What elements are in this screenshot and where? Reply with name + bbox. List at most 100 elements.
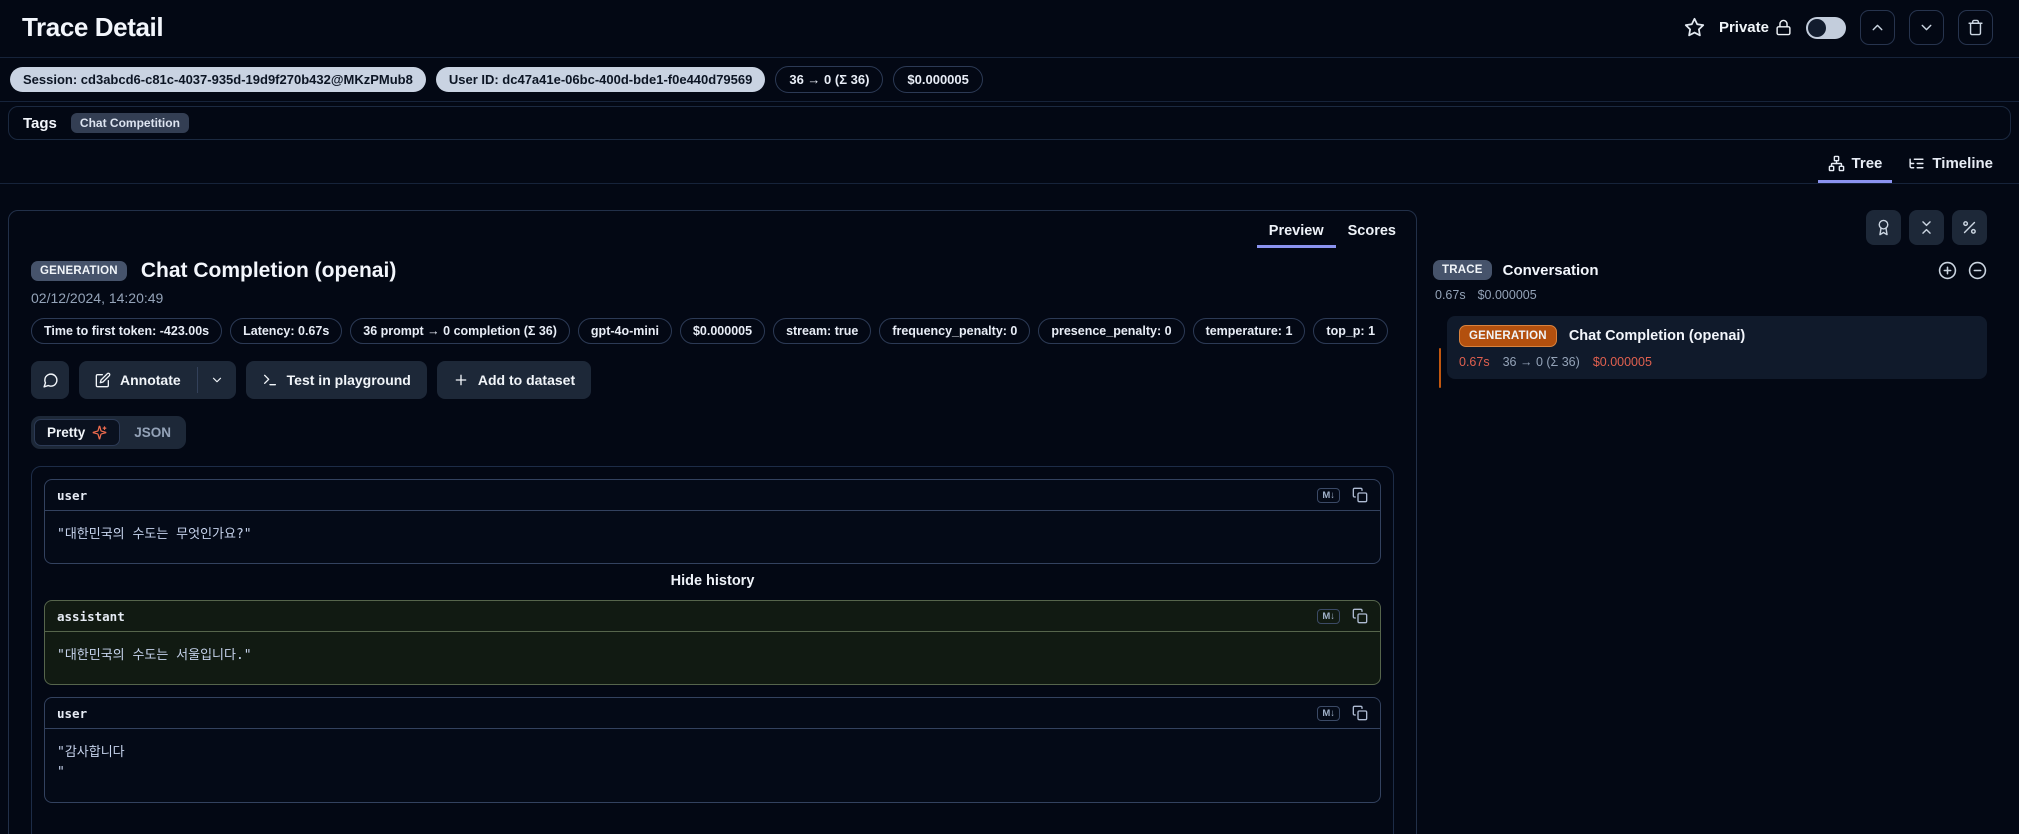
- pretty-toggle[interactable]: Pretty: [34, 419, 121, 446]
- trace-detail-page: { "header": { "title": "Trace Detail", "…: [0, 0, 2019, 834]
- hide-history-button[interactable]: Hide history: [44, 564, 1381, 600]
- markdown-toggle-icon[interactable]: M↓: [1317, 608, 1340, 624]
- tab-preview[interactable]: Preview: [1257, 216, 1336, 248]
- copy-icon[interactable]: [1352, 487, 1368, 503]
- token-usage-badge: 36 → 0 (Σ 36): [775, 66, 884, 93]
- message-content: "감사합니다 ": [57, 745, 125, 781]
- message-header: user M↓: [45, 480, 1380, 511]
- tab-timeline[interactable]: Timeline: [1898, 146, 2003, 183]
- tree-node-generation[interactable]: GENERATION Chat Completion (openai) 0.67…: [1439, 316, 1987, 388]
- plus-icon: [453, 372, 469, 388]
- trace-cost: $0.000005: [1477, 288, 1537, 302]
- token-breakdown-pill: 36 prompt → 0 completion (Σ 36): [350, 318, 570, 344]
- tree-node-trace[interactable]: TRACE Conversation: [1433, 260, 1987, 280]
- content-area: Preview Scores GENERATION Chat Completio…: [0, 184, 2019, 834]
- tab-scores[interactable]: Scores: [1336, 216, 1408, 248]
- markdown-toggle-icon[interactable]: M↓: [1317, 705, 1340, 721]
- generation-node-header: GENERATION Chat Completion (openai): [1459, 325, 1975, 347]
- session-badge[interactable]: Session: cd3abcd6-c81c-4037-935d-19d9f27…: [10, 67, 426, 92]
- view-tabs: Tree Timeline: [0, 146, 2019, 184]
- annotate-split-button: Annotate: [79, 361, 236, 399]
- observation-panel: Preview Scores GENERATION Chat Completio…: [8, 210, 1417, 834]
- tree-connector-line: [1439, 348, 1441, 388]
- user-id-badge[interactable]: User ID: dc47a41e-06bc-400d-bde1-f0e440d…: [435, 67, 766, 92]
- trace-type-badge: TRACE: [1433, 260, 1492, 280]
- top-p-pill: top_p: 1: [1313, 318, 1389, 344]
- trace-latency: 0.67s: [1435, 288, 1466, 302]
- pretty-label: Pretty: [47, 425, 86, 440]
- fold-vertical-icon: [1918, 219, 1935, 236]
- message-assistant: assistant M↓ "대한민국의 수도는 서울입니다.": [44, 600, 1381, 686]
- collapse-minus-icon[interactable]: [1968, 261, 1987, 280]
- trace-tree-panel: TRACE Conversation 0.67s $0.000005 GENER…: [1433, 210, 1999, 388]
- message-role: user: [57, 487, 88, 503]
- edit-pencil-icon: [95, 372, 111, 388]
- sparkles-icon: [92, 425, 107, 440]
- latency-pill: Latency: 0.67s: [230, 318, 343, 344]
- page-title: Trace Detail: [22, 12, 164, 42]
- previous-trace-button[interactable]: [1860, 10, 1895, 45]
- timeline-icon: [1908, 155, 1925, 172]
- test-in-playground-button[interactable]: Test in playground: [245, 361, 427, 399]
- copy-icon[interactable]: [1352, 705, 1368, 721]
- message-role: user: [57, 705, 88, 721]
- annotate-button[interactable]: Annotate: [79, 361, 197, 399]
- public-sharing-toggle[interactable]: [1806, 16, 1846, 39]
- add-to-dataset-button[interactable]: Add to dataset: [436, 361, 592, 399]
- chat-bubble-icon: [42, 372, 59, 389]
- annotate-dropdown-button[interactable]: [198, 361, 236, 399]
- dataset-label: Add to dataset: [477, 372, 576, 388]
- trace-title: Conversation: [1502, 261, 1599, 279]
- message-content: "대한민국의 수도는 무엇인가요?": [57, 527, 252, 542]
- generation-type-badge: GENERATION: [31, 261, 127, 281]
- format-toggle: Pretty JSON: [31, 416, 187, 449]
- collapse-all-button[interactable]: [1909, 210, 1944, 245]
- chevron-down-icon: [210, 373, 224, 387]
- stream-pill: stream: true: [773, 318, 872, 344]
- playground-label: Test in playground: [286, 372, 411, 388]
- toggle-knob: [1808, 18, 1826, 37]
- message-role: assistant: [57, 608, 125, 624]
- metric-pills: Time to first token: -423.00s Latency: 0…: [31, 318, 1391, 344]
- generation-tokens: 36 → 0 (Σ 36): [1502, 355, 1580, 369]
- tag-chip[interactable]: Chat Competition: [70, 113, 189, 133]
- message-user-2: user M↓ "감사합니다 ": [44, 697, 1381, 803]
- tab-timeline-label: Timeline: [1932, 155, 1993, 172]
- observation-header: GENERATION Chat Completion (openai): [31, 259, 1394, 283]
- cost-pill: $0.000005: [679, 318, 766, 344]
- message-header: user M↓: [45, 698, 1380, 730]
- message-content: "대한민국의 수도는 서울입니다.": [57, 648, 252, 664]
- tags-bar[interactable]: Tags Chat Competition: [8, 106, 2011, 140]
- award-icon: [1875, 219, 1892, 236]
- next-trace-button[interactable]: [1909, 10, 1944, 45]
- scores-award-button[interactable]: [1866, 210, 1901, 245]
- lock-icon: [1775, 19, 1792, 36]
- privacy-label: Private: [1718, 19, 1769, 36]
- copy-icon[interactable]: [1352, 608, 1368, 624]
- model-pill[interactable]: gpt-4o-mini: [577, 318, 672, 344]
- terminal-icon: [262, 372, 278, 388]
- bookmark-star-icon[interactable]: [1684, 17, 1705, 38]
- markdown-toggle-icon[interactable]: M↓: [1317, 487, 1340, 503]
- generation-type-badge: GENERATION: [1459, 325, 1557, 347]
- expand-plus-icon[interactable]: [1938, 261, 1957, 280]
- privacy-status: Private: [1719, 19, 1792, 36]
- message-user-1: user M↓ "대한민국의 수도는 무엇인가요?": [44, 479, 1381, 565]
- delete-trace-button[interactable]: [1958, 10, 1993, 45]
- frequency-penalty-pill: frequency_penalty: 0: [879, 318, 1031, 344]
- message-tools: M↓: [1317, 705, 1368, 721]
- metrics-percent-button[interactable]: [1952, 210, 1987, 245]
- trace-metrics: 0.67s $0.000005: [1435, 288, 1987, 302]
- tab-tree[interactable]: Tree: [1818, 146, 1893, 183]
- annotate-label: Annotate: [120, 372, 181, 388]
- message-tools: M↓: [1317, 487, 1368, 503]
- header: Trace Detail Private: [0, 0, 2019, 57]
- tab-tree-label: Tree: [1851, 155, 1883, 172]
- json-toggle[interactable]: JSON: [122, 420, 183, 445]
- message-tools: M↓: [1317, 608, 1368, 624]
- generation-node-metrics: 0.67s 36 → 0 (Σ 36) $0.000005: [1459, 355, 1975, 369]
- comment-button[interactable]: [31, 361, 69, 399]
- tree-controls: [1433, 210, 1987, 245]
- generation-latency: 0.67s: [1459, 355, 1490, 369]
